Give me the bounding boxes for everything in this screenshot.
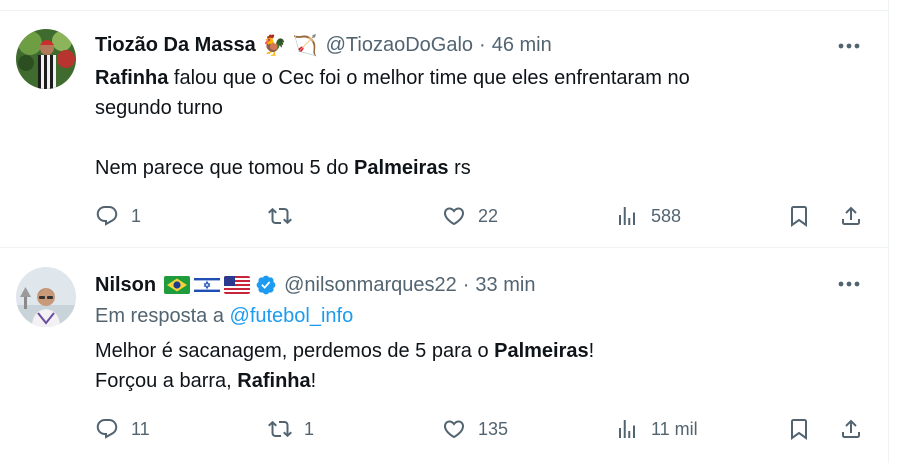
user-handle[interactable]: @TiozaoDoGalo [326, 34, 473, 57]
more-icon[interactable] [834, 274, 864, 294]
text-fragment: Forçou a barra, [95, 370, 238, 392]
share-button[interactable] [839, 414, 863, 444]
views-icon [619, 420, 635, 438]
bow-and-arrow-emoji-icon: 🏹 [292, 34, 318, 57]
bookmark-button[interactable] [787, 201, 811, 231]
reply-to-link[interactable]: @futebol_info [230, 305, 354, 327]
retweet-icon [268, 207, 292, 225]
tweet-header: Nilson @nilsonmarques22 · 33 min [95, 270, 535, 300]
tweet[interactable]: Nilson @nilsonmarques22 · 33 min Em resp… [0, 248, 888, 463]
share-icon [842, 206, 860, 225]
views-button[interactable]: 588 [615, 201, 681, 231]
rooster-emoji-icon: 🐓 [261, 34, 287, 57]
user-handle[interactable]: @nilsonmarques22 [284, 274, 457, 297]
bookmark-icon [791, 206, 807, 227]
text-fragment: Melhor é sacanagem, perdemos de 5 para o [95, 340, 495, 362]
tweet-actions: 1 22 588 [95, 201, 865, 231]
display-name[interactable]: Nilson [95, 274, 156, 297]
view-count: 11 mil [651, 418, 698, 439]
tweet-text: Rafinha falou que o Cec foi o melhor tim… [95, 63, 855, 183]
bold-mention: Palmeiras [354, 157, 449, 179]
reply-count: 11 [131, 418, 150, 439]
brazil-flag-icon [164, 276, 191, 294]
views-button[interactable]: 11 mil [615, 414, 698, 444]
text-fragment: ! [588, 340, 595, 362]
like-icon [443, 420, 465, 439]
united-states-flag-icon [224, 276, 251, 294]
reply-icon [96, 419, 118, 439]
text-fragment: ! [310, 370, 317, 392]
separator: · [479, 33, 486, 56]
text-fragment: falou que o Cec foi o melhor time que el… [168, 67, 690, 89]
share-button[interactable] [839, 201, 863, 231]
reply-context: Em resposta a @futebol_info [95, 305, 353, 328]
bold-mention: Palmeiras [494, 340, 589, 362]
like-button[interactable]: 135 [442, 414, 508, 444]
retweet-icon [268, 420, 292, 438]
timestamp[interactable]: 33 min [475, 274, 535, 297]
separator: · [462, 273, 470, 296]
reply-count: 1 [131, 205, 142, 226]
display-name[interactable]: Tiozão Da Massa [95, 34, 256, 57]
timeline-border [888, 0, 889, 463]
tweet-text: Melhor é sacanagem, perdemos de 5 para o… [95, 336, 855, 396]
like-button[interactable]: 22 [442, 201, 498, 231]
reply-button[interactable]: 11 [95, 414, 150, 444]
text-fragment: segundo turno [95, 97, 223, 119]
views-icon [619, 207, 635, 225]
share-icon [842, 419, 860, 438]
reply-icon [96, 206, 118, 226]
tweet[interactable]: Tiozão Da Massa 🐓 🏹 @TiozaoDoGalo · 46 m… [0, 11, 888, 247]
more-icon[interactable] [834, 36, 864, 56]
bookmark-icon [791, 419, 807, 440]
reply-prefix: Em resposta a [95, 305, 230, 327]
avatar[interactable] [16, 29, 76, 89]
view-count: 588 [651, 205, 682, 226]
reply-button[interactable]: 1 [95, 201, 141, 231]
retweet-count: 1 [304, 418, 315, 439]
verified-badge-icon[interactable] [255, 274, 277, 296]
retweet-button[interactable]: 1 [268, 414, 314, 444]
text-fragment: rs [448, 157, 471, 179]
bold-mention: Rafinha [237, 370, 311, 392]
timestamp[interactable]: 46 min [492, 34, 552, 57]
bookmark-button[interactable] [787, 414, 811, 444]
avatar[interactable] [16, 267, 76, 327]
tweet-actions: 11 1 135 11 mil [95, 414, 865, 444]
bold-mention: Rafinha [95, 67, 169, 89]
israel-flag-icon [194, 276, 221, 294]
like-count: 22 [478, 205, 499, 226]
like-icon [443, 207, 465, 226]
like-count: 135 [478, 418, 509, 439]
tweet-header: Tiozão Da Massa 🐓 🏹 @TiozaoDoGalo · 46 m… [95, 30, 552, 60]
text-fragment: Nem parece que tomou 5 do [95, 157, 355, 179]
retweet-button[interactable] [268, 201, 304, 231]
